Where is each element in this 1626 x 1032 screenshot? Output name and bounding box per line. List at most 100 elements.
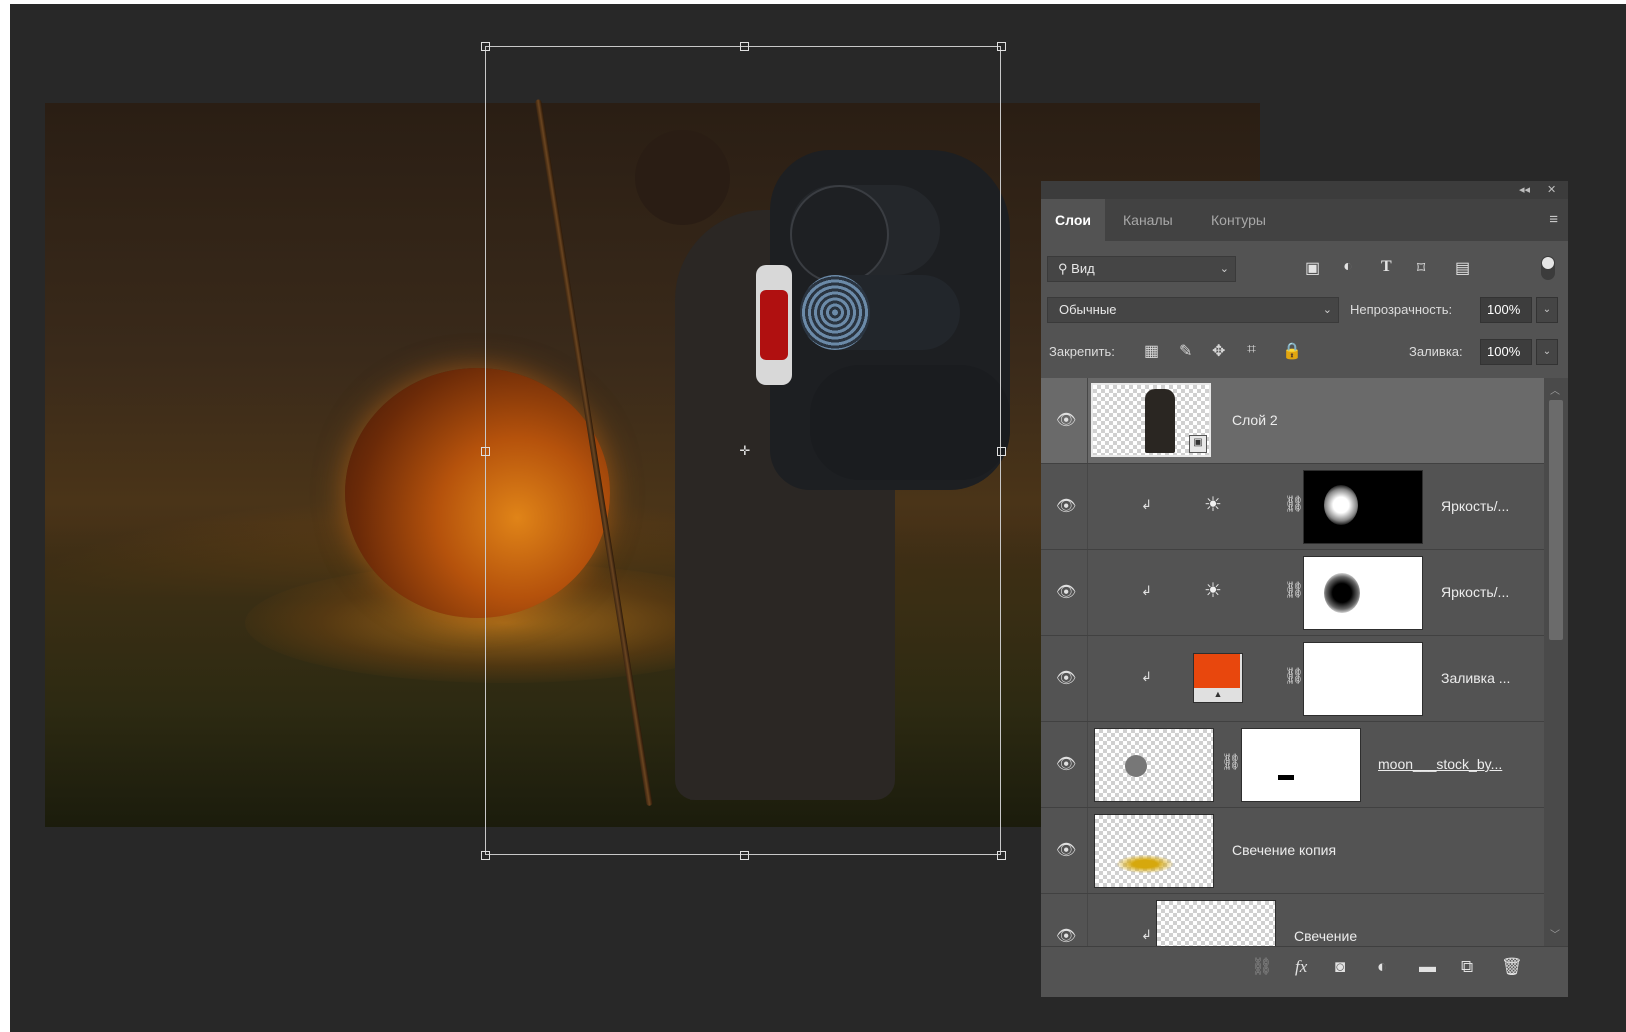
transform-handle-bottom-left[interactable] xyxy=(481,851,490,860)
blend-row: Обычные ⌄ Непрозрачность: 100% ⌄ xyxy=(1047,297,1562,327)
layer-name[interactable]: Яркость/... xyxy=(1441,584,1509,600)
link-layers-icon[interactable]: ⛓ xyxy=(1251,957,1273,977)
type-filter-icon[interactable]: T xyxy=(1381,258,1392,276)
thumbnail-moon xyxy=(1125,755,1147,777)
filter-kind-select[interactable]: ⚲ Вид ⌄ xyxy=(1047,256,1236,282)
layer-name[interactable]: Яркость/... xyxy=(1441,498,1509,514)
clipping-arrow-icon: ↲ xyxy=(1141,497,1152,512)
layer-row[interactable]: 👁 ↲ ☀ ⛓ Яркость/... xyxy=(1041,464,1544,550)
transform-reference-point-icon[interactable]: ✛ xyxy=(738,445,752,459)
triangle-up-icon: ▲ xyxy=(1213,689,1223,699)
eye-icon[interactable]: 👁 xyxy=(1056,410,1076,430)
layer-row[interactable]: 👁 Свечение копия xyxy=(1041,808,1544,894)
tab-layers[interactable]: Слои xyxy=(1041,199,1105,241)
lock-artboard-icon[interactable]: ⌗ xyxy=(1247,341,1256,359)
add-mask-icon[interactable]: ◙ xyxy=(1335,957,1345,977)
fx-icon[interactable]: fx xyxy=(1295,957,1307,977)
link-icon[interactable]: ⛓ xyxy=(1284,666,1304,686)
scroll-thumb[interactable] xyxy=(1549,400,1563,640)
eye-icon[interactable]: 👁 xyxy=(1056,754,1076,774)
blend-mode-select[interactable]: Обычные ⌄ xyxy=(1047,297,1339,323)
transform-handle-top-right[interactable] xyxy=(997,42,1006,51)
tab-paths[interactable]: Контуры xyxy=(1197,199,1280,241)
brightness-contrast-icon[interactable]: ☀ xyxy=(1204,578,1222,603)
clipping-arrow-icon: ↲ xyxy=(1141,583,1152,598)
filter-icons: ▣ ◐ T ⌑ ▤ xyxy=(1305,258,1555,282)
layer-mask-thumbnail[interactable] xyxy=(1303,470,1423,544)
panel-title-bar: ◂◂ ✕ xyxy=(1041,181,1568,199)
smart-object-filter-icon[interactable]: ▤ xyxy=(1455,258,1470,278)
layer-row[interactable]: 👁 ↲ Свечение xyxy=(1041,894,1544,946)
double-chevron-left-icon[interactable]: ◂◂ xyxy=(1519,183,1530,196)
fill-dropdown-button[interactable]: ⌄ xyxy=(1536,339,1558,365)
eye-icon[interactable]: 👁 xyxy=(1056,840,1076,860)
panel-bottom-bar: ⛓ fx ◙ ◐ ▬ ⧉ 🗑 xyxy=(1041,946,1568,991)
transform-handle-bottom-right[interactable] xyxy=(997,851,1006,860)
layer-name[interactable]: Свечение копия xyxy=(1232,842,1336,858)
fill-swatch-thumbnail[interactable]: ▲ xyxy=(1193,653,1243,703)
filter-toggle[interactable] xyxy=(1541,256,1555,280)
mask-mark xyxy=(1278,775,1294,780)
clipping-arrow-icon: ↲ xyxy=(1141,669,1152,684)
link-icon[interactable]: ⛓ xyxy=(1221,752,1241,772)
close-icon[interactable]: ✕ xyxy=(1547,183,1556,196)
fill-color-swatch xyxy=(1194,654,1240,688)
filter-kind-label: Вид xyxy=(1071,261,1095,276)
transform-handle-top-center[interactable] xyxy=(740,42,749,51)
fill-label: Заливка: xyxy=(1409,344,1463,359)
layer-name[interactable]: moon___stock_by... xyxy=(1378,756,1502,772)
smart-object-badge-icon: ▣ xyxy=(1189,435,1207,453)
layer-row[interactable]: 👁 ↲ ▲ ⛓ Заливка ... xyxy=(1041,636,1544,722)
transform-handle-top-left[interactable] xyxy=(481,42,490,51)
lock-image-pixels-icon[interactable]: ✎ xyxy=(1179,341,1192,361)
layer-thumbnail[interactable] xyxy=(1094,814,1214,888)
lock-row: Закрепить: ▦ ✎ ✥ ⌗ 🔒 Заливка: 100% ⌄ xyxy=(1049,339,1564,367)
eye-icon[interactable]: 👁 xyxy=(1056,582,1076,602)
scroll-up-icon[interactable]: ︿ xyxy=(1550,382,1560,397)
layer-name[interactable]: Свечение xyxy=(1294,928,1357,944)
layer-row[interactable]: 👁 ↲ ☀ ⛓ Яркость/... xyxy=(1041,550,1544,636)
mask-spot xyxy=(1324,573,1360,613)
fill-input[interactable]: 100% xyxy=(1480,339,1532,365)
adjustment-filter-icon[interactable]: ◐ xyxy=(1343,258,1353,276)
layer-mask-thumbnail[interactable] xyxy=(1303,642,1423,716)
link-icon[interactable]: ⛓ xyxy=(1284,580,1304,600)
layer-name[interactable]: Заливка ... xyxy=(1441,670,1510,686)
layers-list: 👁 ▣ Слой 2 👁 ↲ ☀ ⛓ Яркость/... 👁 ↲ ☀ ⛓ Я… xyxy=(1041,378,1544,946)
layer-mask-thumbnail[interactable] xyxy=(1241,728,1361,802)
layer-thumbnail[interactable] xyxy=(1156,900,1276,946)
shape-filter-icon[interactable]: ⌑ xyxy=(1417,258,1425,278)
transform-handle-bottom-center[interactable] xyxy=(740,851,749,860)
lock-position-icon[interactable]: ✥ xyxy=(1212,341,1225,361)
opacity-label: Непрозрачность: xyxy=(1350,302,1453,317)
layers-scrollbar[interactable]: ︿ ﹀ xyxy=(1544,378,1568,946)
layer-row[interactable]: 👁 ▣ Слой 2 xyxy=(1041,378,1544,464)
eye-icon[interactable]: 👁 xyxy=(1056,926,1076,946)
image-filter-icon[interactable]: ▣ xyxy=(1305,258,1320,278)
tab-channels[interactable]: Каналы xyxy=(1109,199,1187,241)
layer-mask-thumbnail[interactable] xyxy=(1303,556,1423,630)
scroll-down-icon[interactable]: ﹀ xyxy=(1550,926,1560,941)
eye-icon[interactable]: 👁 xyxy=(1056,496,1076,516)
new-layer-icon[interactable]: ⧉ xyxy=(1461,957,1473,977)
new-group-icon[interactable]: ▬ xyxy=(1419,957,1436,977)
blend-mode-value: Обычные xyxy=(1059,302,1117,317)
link-icon[interactable]: ⛓ xyxy=(1284,494,1304,514)
transform-handle-middle-left[interactable] xyxy=(481,447,490,456)
layer-name[interactable]: Слой 2 xyxy=(1232,412,1278,428)
lock-transparent-pixels-icon[interactable]: ▦ xyxy=(1144,341,1159,361)
clipping-arrow-icon: ↲ xyxy=(1141,927,1152,942)
opacity-input[interactable]: 100% xyxy=(1480,297,1532,323)
lock-all-icon[interactable]: 🔒 xyxy=(1282,341,1302,361)
eye-icon[interactable]: 👁 xyxy=(1056,668,1076,688)
layer-thumbnail[interactable]: ▣ xyxy=(1091,383,1211,457)
new-adjustment-icon[interactable]: ◐ xyxy=(1377,957,1387,977)
layer-thumbnail[interactable] xyxy=(1094,728,1214,802)
brightness-contrast-icon[interactable]: ☀ xyxy=(1204,492,1222,517)
layer-row[interactable]: 👁 ⛓ moon___stock_by... xyxy=(1041,722,1544,808)
opacity-dropdown-button[interactable]: ⌄ xyxy=(1536,297,1558,323)
panel-menu-icon[interactable]: ≡ xyxy=(1549,211,1558,228)
thumbnail-glow xyxy=(1117,855,1173,873)
transform-handle-middle-right[interactable] xyxy=(997,447,1006,456)
delete-icon[interactable]: 🗑 xyxy=(1501,957,1523,977)
